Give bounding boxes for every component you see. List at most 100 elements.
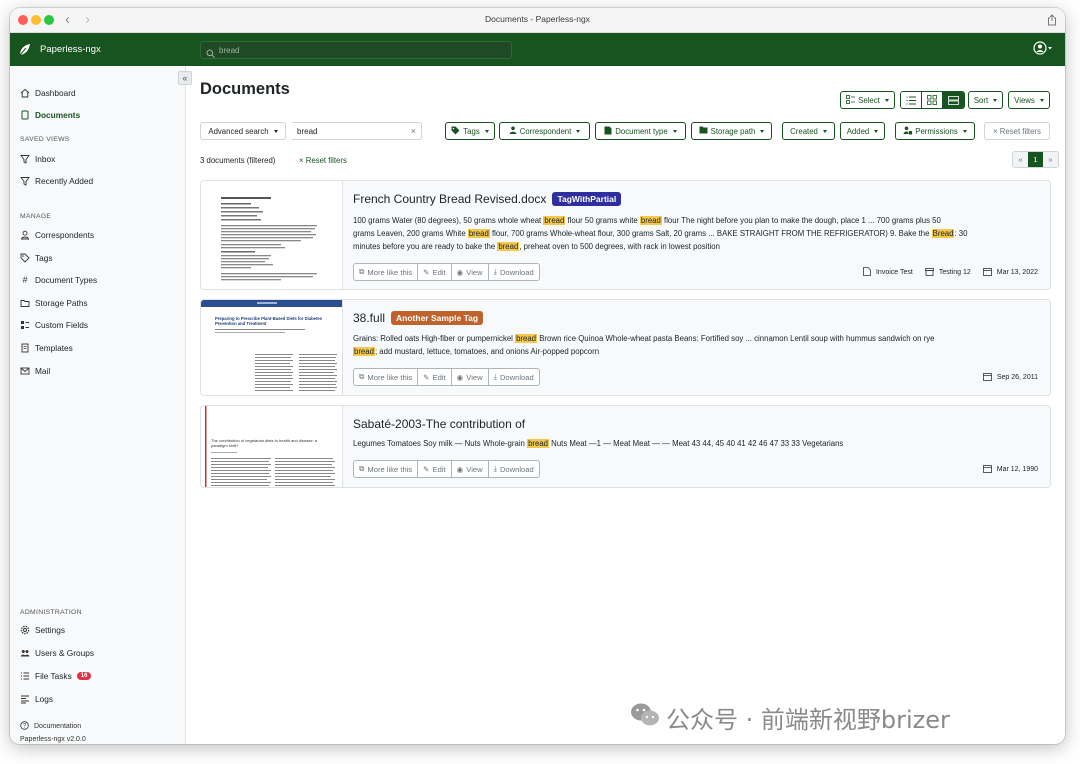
tag-icon	[20, 253, 30, 263]
sidebar-item-settings[interactable]: Settings	[20, 623, 65, 637]
storage-path-filter-dropdown[interactable]: Storage path	[691, 122, 772, 140]
document-icon	[20, 110, 30, 120]
document-card[interactable]: French Country Bread Revised.docx TagWit…	[200, 180, 1051, 290]
more-like-this-button[interactable]: ⧉ More like this	[354, 264, 419, 280]
permissions-filter-label: Permissions	[915, 126, 958, 136]
house-icon	[20, 88, 30, 98]
file-icon	[863, 267, 871, 278]
view-button[interactable]: ◉ View	[452, 264, 489, 280]
select-dropdown-button[interactable]: Select	[840, 91, 895, 109]
document-title-text: Sabaté-2003-The contribution of	[353, 417, 526, 431]
file-text-icon	[604, 126, 612, 137]
user-menu-icon[interactable]	[1033, 41, 1053, 60]
added-filter-dropdown[interactable]: Added	[840, 122, 885, 140]
document-title[interactable]: 38.full Another Sample Tag	[353, 311, 484, 325]
previous-page-button[interactable]: «	[1013, 152, 1028, 167]
sidebar-item-label: Users & Groups	[35, 648, 95, 658]
download-button[interactable]: ⤓ Download	[489, 461, 539, 477]
sidebar-item-tags[interactable]: Tags	[20, 251, 53, 265]
view-button[interactable]: ◉ View	[452, 369, 489, 385]
sidebar-item-custom-fields[interactable]: Custom Fields	[20, 318, 88, 332]
app-name[interactable]: Paperless-ngx	[40, 44, 101, 55]
sidebar-item-recently-added[interactable]: Recently Added	[20, 174, 93, 188]
document-card[interactable]: The contribution of vegetarian diets to …	[200, 405, 1051, 488]
document-type-meta[interactable]: Invoice Test	[863, 267, 913, 278]
sort-dropdown-button[interactable]: Sort	[968, 91, 1003, 109]
select-dropdown-icon	[846, 94, 856, 106]
search-mode-dropdown[interactable]: Advanced search	[200, 122, 286, 140]
reset-filters-link[interactable]: × Reset filters	[299, 156, 347, 165]
download-label: Download	[499, 464, 534, 474]
envelope-icon	[20, 366, 30, 376]
view-button[interactable]: ◉ View	[452, 461, 489, 477]
sidebar-item-documents[interactable]: Documents	[20, 108, 80, 122]
global-search-input[interactable]: bread	[200, 41, 512, 59]
folder-icon	[20, 298, 30, 308]
edit-button[interactable]: ✎ Edit	[418, 264, 452, 280]
document-meta: Sep 26, 2011	[982, 372, 1038, 383]
sidebar-item-users-groups[interactable]: Users & Groups	[20, 646, 94, 660]
app-window: ‹ › Documents - Paperless-ngx Paperless-…	[10, 8, 1065, 744]
share-icon[interactable]	[1047, 13, 1057, 31]
created-filter-dropdown[interactable]: Created	[782, 122, 835, 140]
permissions-filter-dropdown[interactable]: Permissions	[895, 122, 975, 140]
views-dropdown-button[interactable]: Views	[1008, 91, 1050, 109]
person-icon	[20, 230, 30, 240]
search-term-highlight: bread	[515, 334, 538, 343]
document-tag[interactable]: Another Sample Tag	[391, 311, 484, 325]
document-thumbnail[interactable]	[201, 181, 343, 289]
correspondent-filter-label: Correspondent	[519, 126, 572, 136]
sidebar-item-mail[interactable]: Mail	[20, 364, 50, 378]
more-like-this-button[interactable]: ⧉ More like this	[354, 461, 419, 477]
document-title[interactable]: French Country Bread Revised.docx TagWit…	[353, 192, 622, 206]
document-thumbnail[interactable]: The contribution of vegetarian diets to …	[201, 406, 343, 487]
document-type-text: Invoice Test	[875, 269, 913, 276]
sidebar-item-logs[interactable]: Logs	[20, 692, 53, 706]
app-version: Paperless-ngx v2.0.0	[20, 736, 86, 743]
gear-icon	[20, 625, 30, 635]
snippet-line: bread; add mustard, lettuce, tomatoes, a…	[353, 347, 600, 356]
sidebar-item-file-tasks[interactable]: File Tasks 16	[20, 669, 92, 683]
text-filter-input[interactable]: bread ×	[292, 122, 422, 140]
search-hit-snippet: 100 grams Water (80 degrees), 50 grams w…	[353, 214, 1043, 253]
document-tag[interactable]: TagWithPartial	[552, 192, 622, 206]
next-page-button[interactable]: »	[1043, 152, 1058, 167]
sidebar-item-correspondents[interactable]: Correspondents	[20, 228, 94, 242]
document-title[interactable]: Sabaté-2003-The contribution of	[353, 417, 525, 431]
pencil-icon: ✎	[423, 464, 430, 474]
sidebar-item-document-types[interactable]: # Document Types	[20, 273, 97, 287]
sidebar-item-dashboard[interactable]: Dashboard	[20, 86, 76, 100]
download-button[interactable]: ⤓ Download	[489, 369, 539, 385]
document-thumbnail[interactable]: Preparing to Prescribe Plant-Based Diets…	[201, 300, 343, 395]
edit-button[interactable]: ✎ Edit	[418, 369, 452, 385]
clear-text-filter-icon[interactable]: ×	[411, 126, 416, 136]
tags-filter-dropdown[interactable]: Tags	[445, 122, 495, 140]
table-view-icon[interactable]	[901, 92, 922, 108]
sidebar-item-storage-paths[interactable]: Storage Paths	[20, 296, 88, 310]
small-cards-view-icon[interactable]	[922, 92, 943, 108]
document-title-text: French Country Bread Revised.docx	[353, 192, 547, 206]
sidebar: Dashboard Documents SAVED VIEWS Inbox Re…	[10, 66, 186, 744]
reset-filters-button[interactable]: × Reset filters	[984, 122, 1050, 140]
sidebar-item-templates[interactable]: Templates	[20, 341, 73, 355]
calendar-icon	[982, 464, 992, 475]
document-card[interactable]: Preparing to Prescribe Plant-Based Diets…	[200, 299, 1051, 396]
page-1-button[interactable]: 1	[1028, 152, 1043, 167]
template-icon	[20, 343, 30, 353]
download-button[interactable]: ⤓ Download	[489, 264, 539, 280]
search-term-highlight: Bread	[931, 229, 955, 238]
person-lock-icon	[903, 126, 913, 137]
documentation-link[interactable]: ? Documentation	[20, 721, 81, 732]
edit-button[interactable]: ✎ Edit	[418, 461, 452, 477]
storage-path-meta[interactable]: Testing 12	[924, 267, 971, 278]
snippet-line: minutes before you are ready to bake the…	[353, 242, 720, 251]
large-cards-view-icon[interactable]	[943, 92, 964, 108]
sidebar-item-inbox[interactable]: Inbox	[20, 152, 55, 166]
document-type-filter-dropdown[interactable]: Document type	[595, 122, 686, 140]
pencil-icon: ✎	[423, 372, 430, 382]
paperless-leaf-logo-icon[interactable]	[18, 43, 31, 61]
sidebar-item-label: Document Types	[35, 275, 98, 285]
more-like-this-button[interactable]: ⧉ More like this	[354, 369, 419, 385]
correspondent-filter-dropdown[interactable]: Correspondent	[499, 122, 590, 140]
list-task-icon	[20, 671, 30, 681]
